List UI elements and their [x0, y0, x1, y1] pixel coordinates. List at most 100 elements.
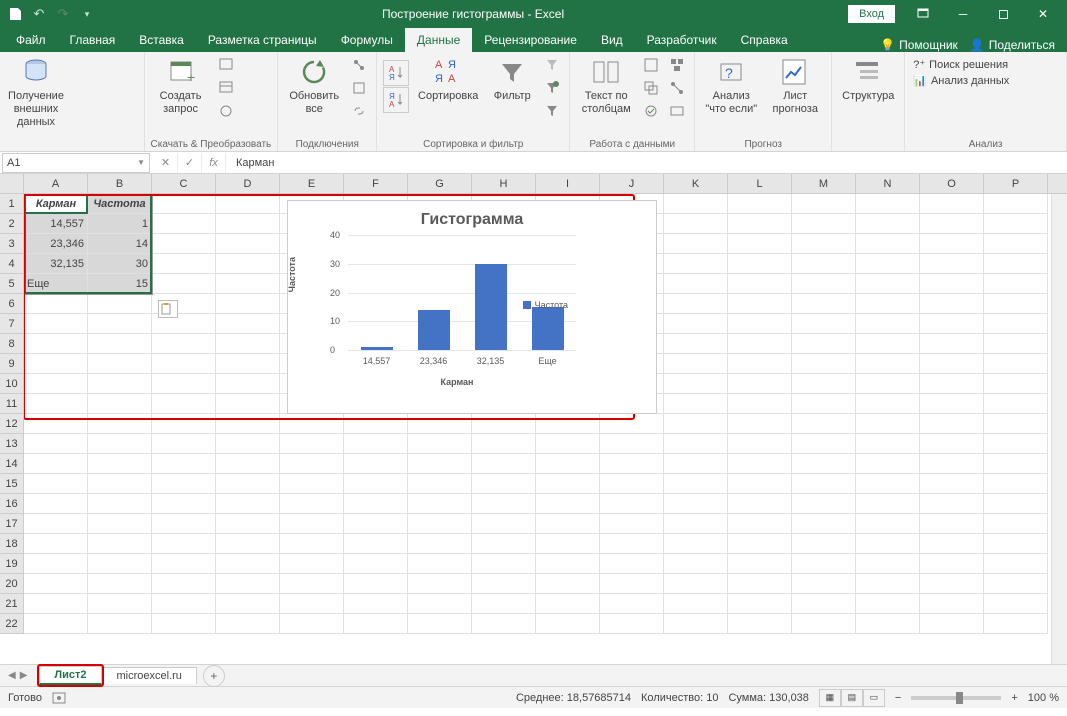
cell[interactable]: [24, 614, 88, 634]
cell[interactable]: [856, 274, 920, 294]
cell[interactable]: [664, 214, 728, 234]
cell[interactable]: [24, 414, 88, 434]
cell[interactable]: [728, 594, 792, 614]
cell[interactable]: [856, 314, 920, 334]
sort-desc-icon[interactable]: ЯА: [383, 87, 409, 113]
cell[interactable]: [24, 294, 88, 314]
sheet-tab[interactable]: microexcel.ru: [102, 667, 197, 684]
cell[interactable]: [280, 514, 344, 534]
cell[interactable]: [920, 474, 984, 494]
cell[interactable]: [792, 534, 856, 554]
advanced-filter-icon[interactable]: [541, 100, 563, 122]
redo-icon[interactable]: ↷: [52, 3, 74, 25]
cancel-formula-icon[interactable]: ✕: [154, 153, 178, 173]
cell[interactable]: [408, 434, 472, 454]
cell[interactable]: [856, 594, 920, 614]
cell[interactable]: [856, 254, 920, 274]
fx-icon[interactable]: fx: [202, 153, 226, 173]
cell[interactable]: [728, 254, 792, 274]
cell[interactable]: [216, 294, 280, 314]
cell[interactable]: [664, 474, 728, 494]
cell[interactable]: [216, 554, 280, 574]
sort-button[interactable]: АЯЯА Сортировка: [413, 54, 483, 105]
cell[interactable]: [984, 234, 1048, 254]
cell[interactable]: [984, 474, 1048, 494]
row-header[interactable]: 7: [0, 314, 24, 334]
cell[interactable]: [856, 214, 920, 234]
select-all-corner[interactable]: [0, 174, 24, 194]
cell[interactable]: [216, 454, 280, 474]
cell[interactable]: [472, 494, 536, 514]
cell[interactable]: [472, 534, 536, 554]
cell[interactable]: [856, 234, 920, 254]
cell[interactable]: [920, 374, 984, 394]
cell[interactable]: [216, 614, 280, 634]
row-header[interactable]: 10: [0, 374, 24, 394]
zoom-level[interactable]: 100 %: [1028, 692, 1059, 704]
cell[interactable]: [984, 614, 1048, 634]
cell[interactable]: [216, 494, 280, 514]
cell[interactable]: [408, 474, 472, 494]
cell[interactable]: [280, 474, 344, 494]
cell[interactable]: [88, 494, 152, 514]
cell[interactable]: [728, 514, 792, 534]
recent-sources-icon[interactable]: [215, 100, 237, 122]
cell[interactable]: [728, 274, 792, 294]
cell[interactable]: [984, 394, 1048, 414]
cell[interactable]: [24, 394, 88, 414]
minimize-icon[interactable]: ─: [943, 0, 983, 28]
cell[interactable]: [792, 574, 856, 594]
zoom-out-icon[interactable]: −: [895, 692, 901, 704]
tab-help[interactable]: Справка: [729, 28, 800, 52]
data-validation-icon[interactable]: [640, 100, 662, 122]
undo-icon[interactable]: ↶: [28, 3, 50, 25]
view-page-break-icon[interactable]: ▭: [863, 689, 885, 707]
row-header[interactable]: 12: [0, 414, 24, 434]
row-header[interactable]: 21: [0, 594, 24, 614]
filter-button[interactable]: Фильтр: [487, 54, 537, 105]
get-external-data-button[interactable]: Получение внешних данных: [6, 54, 66, 132]
cell[interactable]: [152, 494, 216, 514]
cell[interactable]: [920, 354, 984, 374]
cell[interactable]: [856, 434, 920, 454]
cell[interactable]: [792, 254, 856, 274]
solver-button[interactable]: ?⁺ Поиск решения: [913, 58, 1009, 71]
cell[interactable]: [856, 494, 920, 514]
enter-formula-icon[interactable]: ✓: [178, 153, 202, 173]
show-queries-icon[interactable]: [215, 54, 237, 76]
tab-insert[interactable]: Вставка: [127, 28, 196, 52]
cell[interactable]: [88, 554, 152, 574]
cell[interactable]: [344, 554, 408, 574]
cell[interactable]: [984, 314, 1048, 334]
tab-file[interactable]: Файл: [4, 28, 58, 52]
cell[interactable]: [152, 334, 216, 354]
cell[interactable]: [664, 294, 728, 314]
clear-filter-icon[interactable]: [541, 54, 563, 76]
row-header[interactable]: 1: [0, 194, 24, 214]
row-header[interactable]: 11: [0, 394, 24, 414]
cell[interactable]: [88, 534, 152, 554]
cell[interactable]: [728, 434, 792, 454]
cell[interactable]: [728, 554, 792, 574]
cell[interactable]: [152, 594, 216, 614]
cell[interactable]: [728, 214, 792, 234]
cell[interactable]: [792, 334, 856, 354]
cell[interactable]: [920, 294, 984, 314]
row-header[interactable]: 13: [0, 434, 24, 454]
forecast-sheet-button[interactable]: Лист прогноза: [765, 54, 825, 118]
cell[interactable]: [472, 514, 536, 534]
cell[interactable]: [472, 554, 536, 574]
cell[interactable]: [728, 534, 792, 554]
cell[interactable]: [984, 254, 1048, 274]
cell[interactable]: [664, 554, 728, 574]
cell[interactable]: [536, 474, 600, 494]
cell[interactable]: [792, 454, 856, 474]
cell[interactable]: [24, 474, 88, 494]
cell[interactable]: [792, 414, 856, 434]
cell[interactable]: [88, 414, 152, 434]
cell[interactable]: [88, 354, 152, 374]
cell[interactable]: [920, 614, 984, 634]
cell[interactable]: [152, 394, 216, 414]
cell[interactable]: [984, 534, 1048, 554]
formula-input[interactable]: Карман: [230, 157, 1067, 169]
